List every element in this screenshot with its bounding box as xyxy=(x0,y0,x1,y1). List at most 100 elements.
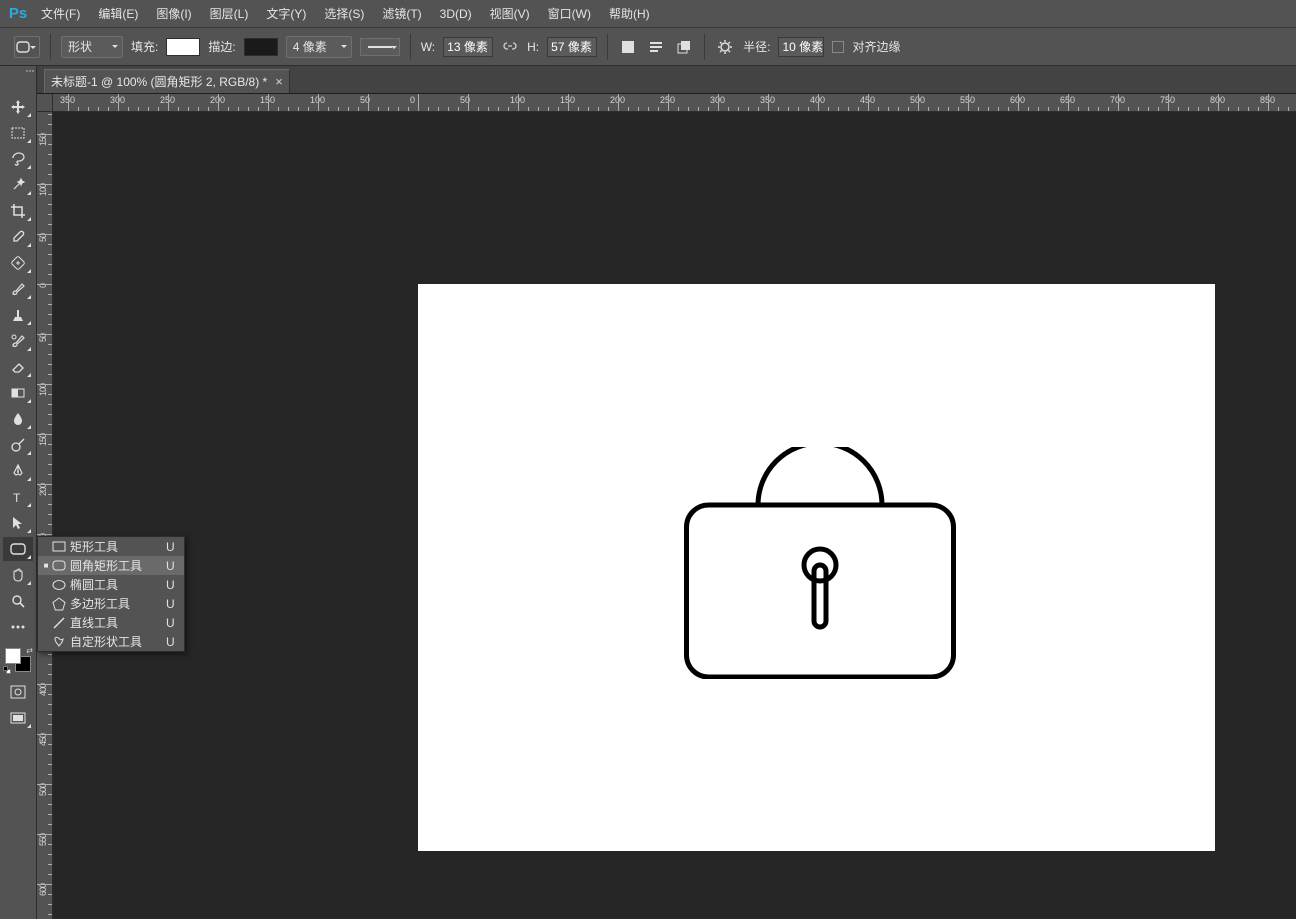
horizontal-ruler[interactable]: 3503002502001501005005010015020025030035… xyxy=(53,94,1296,112)
ruler-origin[interactable] xyxy=(37,94,53,112)
shape-tool[interactable] xyxy=(3,537,33,561)
width-label: W: xyxy=(421,40,435,54)
flyout-selected-dot: ■ xyxy=(42,561,50,570)
canvas[interactable] xyxy=(418,284,1215,851)
workspace: 3503002502001501005005010015020025030035… xyxy=(37,94,1296,919)
options-bar: 形状 填充: 描边: 4 像素 W: 13 像素 H: 57 像素 半径: 10… xyxy=(0,28,1296,66)
menu-item[interactable]: 滤镜(T) xyxy=(373,0,430,28)
move-tool[interactable] xyxy=(3,95,33,119)
lasso-tool[interactable] xyxy=(3,147,33,171)
svg-text:T: T xyxy=(13,491,21,505)
flyout-item-shortcut: U xyxy=(166,578,184,592)
path-selection-tool[interactable] xyxy=(3,511,33,535)
quick-mask-button[interactable] xyxy=(3,680,33,704)
path-arrangement-icon[interactable] xyxy=(674,37,694,57)
menu-item[interactable]: 图层(L) xyxy=(201,0,258,28)
menu-item[interactable]: 图像(I) xyxy=(147,0,200,28)
menu-item[interactable]: 窗口(W) xyxy=(539,0,600,28)
height-label: H: xyxy=(527,40,539,54)
screen-mode-button[interactable] xyxy=(3,706,33,730)
shape-options-icon[interactable] xyxy=(715,37,735,57)
width-field[interactable]: 13 像素 xyxy=(443,37,493,57)
toolbox: T ⇄ xyxy=(0,66,37,919)
divider xyxy=(607,34,608,60)
app-logo: Ps xyxy=(4,0,32,28)
flyout-item[interactable]: 椭圆工具U xyxy=(38,575,184,594)
document-tab[interactable]: 未标题-1 @ 100% (圆角矩形 2, RGB/8) * × xyxy=(44,69,290,93)
flyout-item-icon xyxy=(50,577,68,593)
eyedropper-tool[interactable] xyxy=(3,225,33,249)
menu-bar: Ps 文件(F)编辑(E)图像(I)图层(L)文字(Y)选择(S)滤镜(T)3D… xyxy=(0,0,1296,28)
marquee-tool[interactable] xyxy=(3,121,33,145)
flyout-item-label: 椭圆工具 xyxy=(68,576,166,593)
fill-swatch[interactable] xyxy=(166,38,200,56)
foreground-background-swatches[interactable]: ⇄ xyxy=(3,646,33,674)
close-tab-icon[interactable]: × xyxy=(275,74,283,89)
flyout-item[interactable]: 矩形工具U xyxy=(38,537,184,556)
flyout-item-icon xyxy=(50,539,68,555)
brush-tool[interactable] xyxy=(3,277,33,301)
menu-item[interactable]: 选择(S) xyxy=(315,0,373,28)
menu-item[interactable]: 视图(V) xyxy=(481,0,539,28)
menu-item[interactable]: 文件(F) xyxy=(32,0,89,28)
hand-tool[interactable] xyxy=(3,563,33,587)
radius-field[interactable]: 10 像素 xyxy=(778,37,824,57)
align-edges-checkbox[interactable] xyxy=(832,41,844,53)
path-alignment-icon[interactable] xyxy=(646,37,666,57)
flyout-item[interactable]: 多边形工具U xyxy=(38,594,184,613)
link-wh-icon[interactable] xyxy=(501,38,519,56)
flyout-item-icon xyxy=(50,615,68,631)
healing-brush-tool[interactable] xyxy=(3,251,33,275)
flyout-item[interactable]: ■圆角矩形工具U xyxy=(38,556,184,575)
flyout-item-shortcut: U xyxy=(166,597,184,611)
history-brush-tool[interactable] xyxy=(3,329,33,353)
vertical-ruler[interactable]: 2001501005005010015020025030035040045050… xyxy=(37,112,53,919)
shape-tool-flyout: 矩形工具U■圆角矩形工具U椭圆工具U多边形工具U直线工具U自定形状工具U xyxy=(37,536,185,652)
radius-label: 半径: xyxy=(743,38,770,55)
clone-stamp-tool[interactable] xyxy=(3,303,33,327)
lock-drawing xyxy=(684,447,956,679)
toolbox-grip[interactable] xyxy=(0,66,36,76)
menu-item[interactable]: 编辑(E) xyxy=(89,0,147,28)
menu-item[interactable]: 帮助(H) xyxy=(600,0,659,28)
edit-toolbar-button[interactable] xyxy=(3,615,33,639)
canvas-viewport[interactable] xyxy=(53,112,1296,919)
stroke-label: 描边: xyxy=(208,38,235,55)
tool-mode-label: 形状 xyxy=(68,38,92,55)
flyout-item[interactable]: 直线工具U xyxy=(38,613,184,632)
flyout-item-shortcut: U xyxy=(166,616,184,630)
stroke-swatch[interactable] xyxy=(244,38,278,56)
document-tab-bar: 未标题-1 @ 100% (圆角矩形 2, RGB/8) * × xyxy=(0,66,1296,94)
height-field[interactable]: 57 像素 xyxy=(547,37,597,57)
menu-item[interactable]: 3D(D) xyxy=(431,0,481,28)
crop-tool[interactable] xyxy=(3,199,33,223)
stroke-width-dropdown[interactable]: 4 像素 xyxy=(286,36,352,58)
flyout-item-label: 矩形工具 xyxy=(68,538,166,555)
align-edges-label: 对齐边缘 xyxy=(852,38,900,55)
tool-mode-dropdown[interactable]: 形状 xyxy=(61,36,123,58)
swap-colors-icon[interactable]: ⇄ xyxy=(26,646,33,655)
eraser-tool[interactable] xyxy=(3,355,33,379)
active-tool-icon[interactable] xyxy=(14,36,40,58)
stroke-style-dropdown[interactable] xyxy=(360,38,400,56)
divider xyxy=(704,34,705,60)
foreground-color-swatch[interactable] xyxy=(5,648,21,664)
default-colors-icon[interactable] xyxy=(3,666,11,674)
type-tool[interactable]: T xyxy=(3,485,33,509)
flyout-item-label: 直线工具 xyxy=(68,614,166,631)
flyout-item-icon xyxy=(50,596,68,612)
menu-item[interactable]: 文字(Y) xyxy=(257,0,315,28)
fill-label: 填充: xyxy=(131,38,158,55)
flyout-item-icon xyxy=(50,558,68,574)
divider xyxy=(50,34,51,60)
blur-tool[interactable] xyxy=(3,407,33,431)
dodge-tool[interactable] xyxy=(3,433,33,457)
flyout-item-label: 多边形工具 xyxy=(68,595,166,612)
flyout-item[interactable]: 自定形状工具U xyxy=(38,632,184,651)
gradient-tool[interactable] xyxy=(3,381,33,405)
pen-tool[interactable] xyxy=(3,459,33,483)
path-operations-icon[interactable] xyxy=(618,37,638,57)
flyout-item-icon xyxy=(50,634,68,650)
magic-wand-tool[interactable] xyxy=(3,173,33,197)
zoom-tool[interactable] xyxy=(3,589,33,613)
